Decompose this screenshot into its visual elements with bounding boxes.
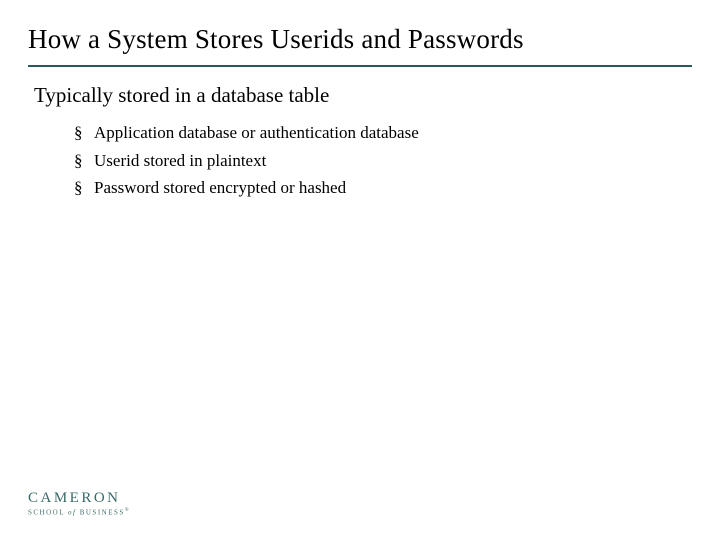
list-item: Userid stored in plaintext bbox=[74, 148, 692, 174]
logo-sub-text: SCHOOL of BUSINESS® bbox=[28, 508, 130, 516]
main-point: Typically stored in a database table bbox=[34, 83, 692, 108]
list-item: Application database or authentication d… bbox=[74, 120, 692, 146]
list-item: Password stored encrypted or hashed bbox=[74, 175, 692, 201]
slide-container: How a System Stores Userids and Password… bbox=[0, 0, 720, 540]
slide-content: Typically stored in a database table App… bbox=[28, 83, 692, 201]
logo-main-text: CAMERON bbox=[28, 490, 130, 507]
slide-title: How a System Stores Userids and Password… bbox=[28, 24, 692, 67]
bullet-list: Application database or authentication d… bbox=[34, 120, 692, 201]
logo: CAMERON SCHOOL of BUSINESS® bbox=[28, 490, 130, 516]
